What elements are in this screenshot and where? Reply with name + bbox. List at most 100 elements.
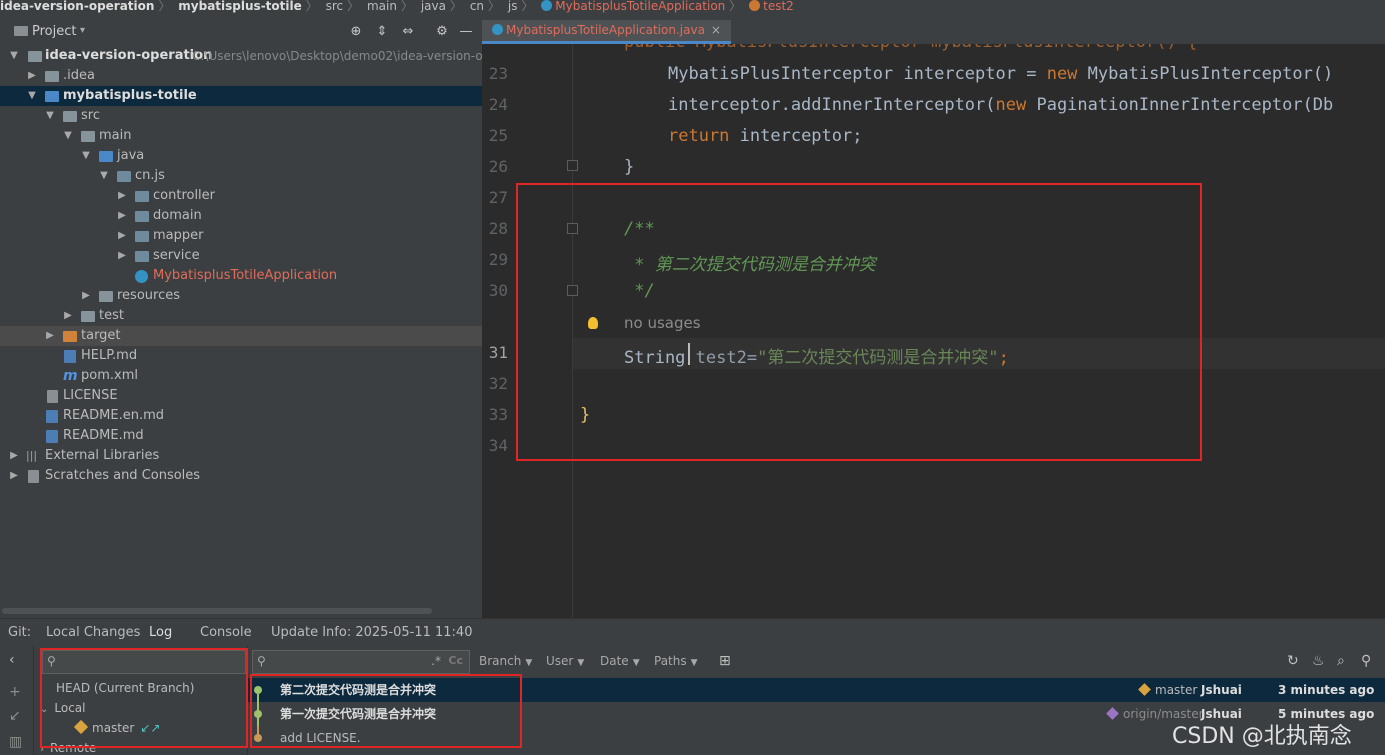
branch-master[interactable]: master ↙↗ bbox=[73, 718, 160, 738]
editor-tab-application[interactable]: MybatisplusTotileApplication.java × bbox=[482, 20, 731, 44]
chevron-right-icon[interactable]: ▶ bbox=[116, 246, 128, 266]
chevron-right-icon[interactable]: ▶ bbox=[62, 306, 74, 326]
close-icon[interactable]: × bbox=[711, 23, 721, 37]
fold-marker[interactable] bbox=[567, 160, 578, 171]
maven-file-icon: m bbox=[63, 368, 78, 384]
tab-log[interactable]: Log bbox=[145, 619, 177, 649]
chevron-right-icon[interactable]: ▶ bbox=[44, 326, 56, 346]
chevron-down-icon[interactable]: ▼ bbox=[62, 126, 74, 146]
breadcrumb-project[interactable]: idea-version-operation bbox=[0, 0, 154, 13]
tree-item-idea[interactable]: ▶ .idea bbox=[0, 66, 482, 86]
tree-item-readme[interactable]: README.md bbox=[0, 426, 482, 446]
tree-item-scratches[interactable]: ▶ Scratches and Consoles bbox=[0, 466, 482, 486]
chevron-down-icon[interactable]: ▼ bbox=[26, 86, 38, 106]
collapse-all-icon[interactable]: ⇔ bbox=[400, 24, 416, 39]
chevron-down-icon[interactable]: ▼ bbox=[44, 106, 56, 126]
expand-all-icon[interactable]: ⇕ bbox=[374, 24, 390, 39]
add-icon[interactable]: + bbox=[9, 684, 21, 700]
filter-paths[interactable]: Paths ▼ bbox=[654, 654, 698, 668]
find-icon[interactable]: ⌕ bbox=[1337, 653, 1345, 669]
chevron-right-icon[interactable]: › bbox=[40, 744, 44, 755]
tree-item-external-libraries[interactable]: ▶ ||| External Libraries bbox=[0, 446, 482, 466]
horizontal-scrollbar[interactable] bbox=[2, 608, 432, 614]
tree-item-target[interactable]: ▶ target bbox=[0, 326, 482, 346]
tree-item-module[interactable]: ▼ mybatisplus-totile bbox=[0, 86, 482, 106]
tree-item-test[interactable]: ▶ test bbox=[0, 306, 482, 326]
branch-search-input[interactable]: ⚲ bbox=[42, 650, 246, 674]
tree-item-application[interactable]: MybatisplusTotileApplication bbox=[0, 266, 482, 286]
inlay-hint-usages[interactable]: no usages bbox=[624, 314, 701, 332]
regex-icon[interactable]: .* bbox=[431, 654, 441, 668]
fetch-icon[interactable]: ↙ bbox=[9, 708, 21, 724]
fold-marker[interactable] bbox=[567, 223, 578, 234]
tree-item-service[interactable]: ▶ service bbox=[0, 246, 482, 266]
commit-message: 第二次提交代码测是合并冲突 bbox=[280, 683, 437, 697]
chevron-right-icon[interactable]: ▶ bbox=[116, 226, 128, 246]
settings-icon[interactable]: ⚲ bbox=[1361, 653, 1371, 669]
tree-item-pom[interactable]: m pom.xml bbox=[0, 366, 482, 386]
cherry-pick-icon[interactable]: ♨ bbox=[1312, 653, 1325, 669]
commit-search-input[interactable]: ⚲ .* Cc bbox=[252, 650, 470, 674]
commit-row[interactable]: 第二次提交代码测是合并冲突 master Jshuai 3 minutes ag… bbox=[248, 678, 1385, 702]
markdown-file-icon bbox=[46, 430, 58, 443]
project-view-selector[interactable]: Project bbox=[32, 24, 76, 39]
tree-item-readme-en[interactable]: README.en.md bbox=[0, 406, 482, 426]
breadcrumb-module[interactable]: mybatisplus-totile bbox=[178, 0, 301, 13]
source-folder-icon bbox=[99, 151, 113, 162]
tree-item-domain[interactable]: ▶ domain bbox=[0, 206, 482, 226]
gear-icon[interactable]: ⚙ bbox=[434, 24, 450, 39]
tree-item-mapper[interactable]: ▶ mapper bbox=[0, 226, 482, 246]
code-editor[interactable]: public MybatisPlusInterceptor mybatisPlu… bbox=[482, 44, 1385, 618]
tree-item-root[interactable]: ▼ idea-version-operation C:\Users\lenovo… bbox=[0, 46, 533, 66]
tree-item-java[interactable]: ▼ java bbox=[0, 146, 482, 166]
tree-item-cnjs[interactable]: ▼ cn.js bbox=[0, 166, 482, 186]
filter-date[interactable]: Date ▼ bbox=[600, 654, 640, 668]
minimize-icon[interactable]: — bbox=[458, 24, 474, 39]
chevron-right-icon[interactable]: ▶ bbox=[116, 186, 128, 206]
breadcrumb-class[interactable]: MybatisplusTotileApplication bbox=[555, 0, 725, 13]
breadcrumb-field[interactable]: test2 bbox=[763, 0, 794, 13]
graph-node bbox=[254, 710, 262, 718]
tree-item-resources[interactable]: ▶ resources bbox=[0, 286, 482, 306]
chevron-right-icon[interactable]: ▶ bbox=[8, 446, 20, 466]
branch-remote-group[interactable]: › Remote bbox=[40, 738, 96, 755]
fold-marker[interactable] bbox=[567, 285, 578, 296]
tree-item-controller[interactable]: ▶ controller bbox=[0, 186, 482, 206]
chevron-down-icon[interactable]: ▾ bbox=[80, 25, 85, 36]
tree-root-label: idea-version-operation bbox=[45, 48, 213, 63]
chevron-down-icon[interactable]: ▼ bbox=[80, 146, 92, 166]
new-tab-icon[interactable]: ⊞ bbox=[719, 653, 731, 669]
chevron-right-icon[interactable]: ▶ bbox=[8, 466, 20, 486]
tab-console[interactable]: Console bbox=[200, 619, 252, 646]
tree-item-src[interactable]: ▼ src bbox=[0, 106, 482, 126]
branch-head[interactable]: HEAD (Current Branch) bbox=[56, 678, 194, 698]
refresh-icon[interactable]: ↻ bbox=[1287, 653, 1299, 669]
branch-master-label: master bbox=[92, 721, 135, 735]
tree-item-license[interactable]: LICENSE bbox=[0, 386, 482, 406]
tree-label-controller: controller bbox=[153, 188, 216, 203]
chevron-down-icon[interactable]: ⌄ bbox=[40, 704, 48, 715]
chevron-right-icon[interactable]: ▶ bbox=[26, 66, 38, 86]
filter-branch[interactable]: Branch ▼ bbox=[479, 654, 532, 668]
lightbulb-icon[interactable] bbox=[588, 317, 598, 329]
chevron-right-icon[interactable]: ▶ bbox=[116, 206, 128, 226]
tree-label-src: src bbox=[81, 108, 100, 123]
branch-local-group[interactable]: ⌄ Local bbox=[40, 698, 86, 718]
tab-update-info[interactable]: Update Info: 2025-05-11 11:40 bbox=[271, 619, 472, 646]
filter-user[interactable]: User ▼ bbox=[546, 654, 584, 668]
tab-local-changes[interactable]: Local Changes bbox=[46, 619, 140, 646]
breadcrumb-js[interactable]: js bbox=[508, 0, 518, 13]
chevron-right-icon[interactable]: ▶ bbox=[80, 286, 92, 306]
match-case-icon[interactable]: Cc bbox=[448, 654, 463, 667]
breadcrumb-main[interactable]: main bbox=[367, 0, 397, 13]
chevron-left-icon[interactable]: ‹ bbox=[9, 652, 15, 668]
locate-icon[interactable]: ⊕ bbox=[348, 24, 364, 39]
breadcrumb-cn[interactable]: cn bbox=[470, 0, 484, 13]
delete-icon[interactable]: ▥ bbox=[9, 734, 22, 750]
breadcrumb-src[interactable]: src bbox=[326, 0, 344, 13]
chevron-down-icon[interactable]: ▼ bbox=[98, 166, 110, 186]
chevron-down-icon[interactable]: ▼ bbox=[8, 46, 20, 66]
tree-item-help[interactable]: HELP.md bbox=[0, 346, 482, 366]
breadcrumb-java[interactable]: java bbox=[421, 0, 446, 13]
tree-item-main[interactable]: ▼ main bbox=[0, 126, 482, 146]
